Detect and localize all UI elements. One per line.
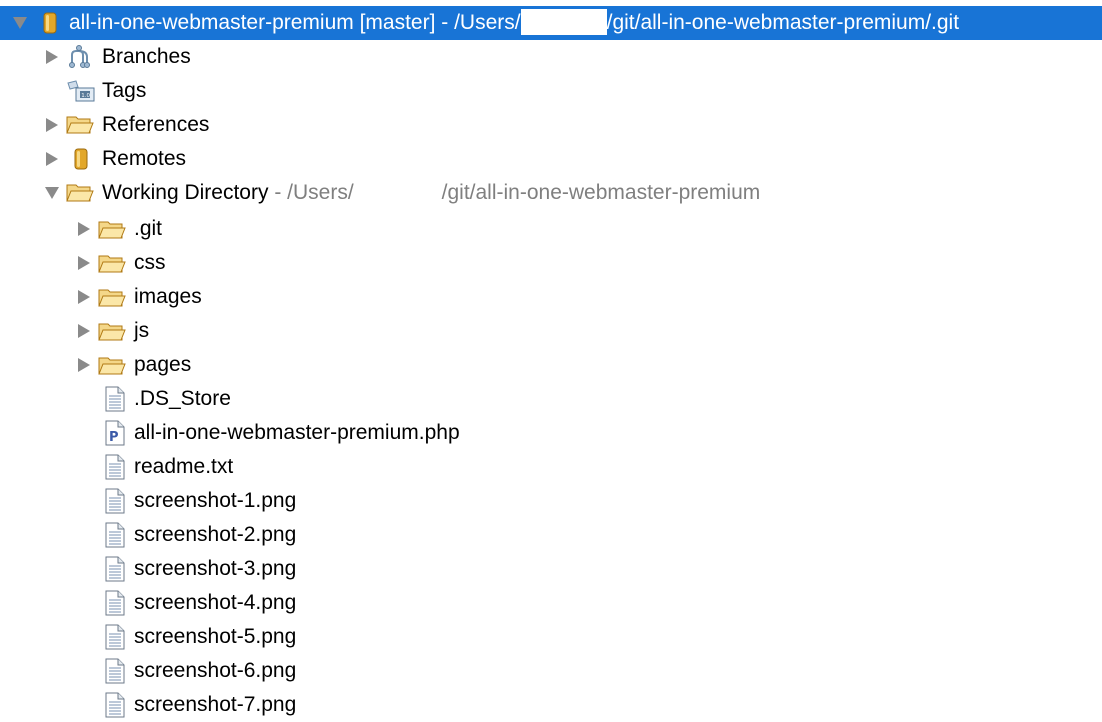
tree-row-label: screenshot-2.png: [134, 523, 297, 546]
tree-row-folder[interactable]: js: [0, 314, 1102, 348]
tree-row-label: images: [134, 285, 202, 308]
tree-row-file[interactable]: screenshot-3.png: [0, 552, 1102, 586]
working-directory-path-tail: /git/all-in-one-webmaster-premium: [441, 181, 761, 204]
tree-row-folder[interactable]: pages: [0, 348, 1102, 382]
chevron-right-icon[interactable]: [44, 49, 60, 65]
tree-row-file[interactable]: Pall-in-one-webmaster-premium.php: [0, 416, 1102, 450]
tree-row-label: js: [134, 319, 150, 342]
tree-row-file[interactable]: screenshot-4.png: [0, 586, 1102, 620]
folder-icon: [98, 252, 126, 276]
working-directory-path-prefix: - /Users/: [268, 181, 354, 204]
tree-row-file[interactable]: screenshot-7.png: [0, 688, 1102, 722]
file-icon: [104, 556, 130, 582]
file-icon: [104, 590, 130, 616]
chevron-right-icon[interactable]: [76, 289, 92, 305]
tree-row-label: .DS_Store: [134, 387, 231, 410]
tree-row-tags[interactable]: 1.0 Tags: [0, 74, 1102, 108]
tree-row-repository[interactable]: all-in-one-webmaster-premium [master] - …: [0, 6, 1102, 40]
chevron-right-icon[interactable]: [44, 151, 60, 167]
file-icon: [104, 386, 130, 412]
tree-row-branches[interactable]: Branches: [0, 40, 1102, 74]
tags-icon: 1.0: [66, 79, 95, 103]
chevron-right-icon[interactable]: [44, 117, 60, 133]
tree-row-remotes[interactable]: Remotes: [0, 142, 1102, 176]
chevron-right-icon[interactable]: [76, 255, 92, 271]
folder-icon: [98, 286, 126, 310]
tree-row-folder[interactable]: css: [0, 246, 1102, 280]
php-file-icon: P: [104, 420, 130, 446]
folder-icon: [66, 181, 94, 205]
tree-row-label: References: [102, 113, 210, 136]
repository-icon: [38, 11, 64, 35]
svg-text:1.0: 1.0: [81, 93, 90, 99]
chevron-down-icon[interactable]: [12, 15, 28, 31]
tree-row-label: screenshot-5.png: [134, 625, 297, 648]
file-icon: [104, 454, 130, 480]
chevron-right-icon[interactable]: [76, 323, 92, 339]
folder-icon: [98, 218, 126, 242]
file-icon: [104, 522, 130, 548]
tree-row-label: pages: [134, 353, 192, 376]
chevron-right-icon[interactable]: [76, 221, 92, 237]
redacted-username: [520, 8, 607, 35]
tree-row-label: readme.txt: [134, 455, 234, 478]
remotes-icon: [70, 147, 96, 171]
tree-row-file[interactable]: screenshot-6.png: [0, 654, 1102, 688]
tree-row-file[interactable]: screenshot-2.png: [0, 518, 1102, 552]
tree-row-label: screenshot-3.png: [134, 557, 297, 580]
branches-icon: [66, 45, 92, 69]
tree-row-label: screenshot-6.png: [134, 659, 297, 682]
tree-row-label: screenshot-1.png: [134, 489, 297, 512]
file-icon: [104, 624, 130, 650]
tree-row-label: screenshot-4.png: [134, 591, 297, 614]
file-icon: [104, 692, 130, 718]
folder-icon: [66, 113, 94, 137]
tree-row-label: Tags: [102, 79, 147, 102]
git-repositories-tree: all-in-one-webmaster-premium [master] - …: [0, 0, 1102, 720]
tree-row-file[interactable]: .DS_Store: [0, 382, 1102, 416]
folder-icon: [98, 320, 126, 344]
tree-row-label: all-in-one-webmaster-premium [master] - …: [69, 6, 959, 40]
tree-row-label: css: [134, 251, 166, 274]
tree-row-references[interactable]: References: [0, 108, 1102, 142]
tree-row-file[interactable]: screenshot-5.png: [0, 620, 1102, 654]
tree-row-label: Remotes: [102, 147, 187, 170]
tree-row-file[interactable]: screenshot-1.png: [0, 484, 1102, 518]
tree-row-label: Working Directory - /Users/ /git/all-in-o…: [102, 176, 760, 210]
tree-row-label: all-in-one-webmaster-premium.php: [134, 421, 460, 444]
tree-row-label: .git: [134, 217, 163, 240]
repository-path-tail: /git/all-in-one-webmaster-premium/.git: [606, 11, 960, 34]
chevron-down-icon[interactable]: [44, 185, 60, 201]
tree-row-label: screenshot-7.png: [134, 693, 297, 716]
chevron-right-icon[interactable]: [76, 357, 92, 373]
tree-row-folder[interactable]: .git: [0, 212, 1102, 246]
redacted-username: [353, 178, 442, 205]
tree-row-file[interactable]: readme.txt: [0, 450, 1102, 484]
file-icon: [104, 488, 130, 514]
folder-icon: [98, 354, 126, 378]
svg-text:P: P: [109, 430, 119, 445]
file-icon: [104, 658, 130, 684]
tree-row-working-directory[interactable]: Working Directory - /Users/ /git/all-in-o…: [0, 176, 1102, 210]
tree-row-label: Branches: [102, 45, 191, 68]
tree-row-folder[interactable]: images: [0, 280, 1102, 314]
repository-name: all-in-one-webmaster-premium [master] - …: [69, 11, 521, 34]
working-directory-name: Working Directory: [102, 181, 269, 204]
